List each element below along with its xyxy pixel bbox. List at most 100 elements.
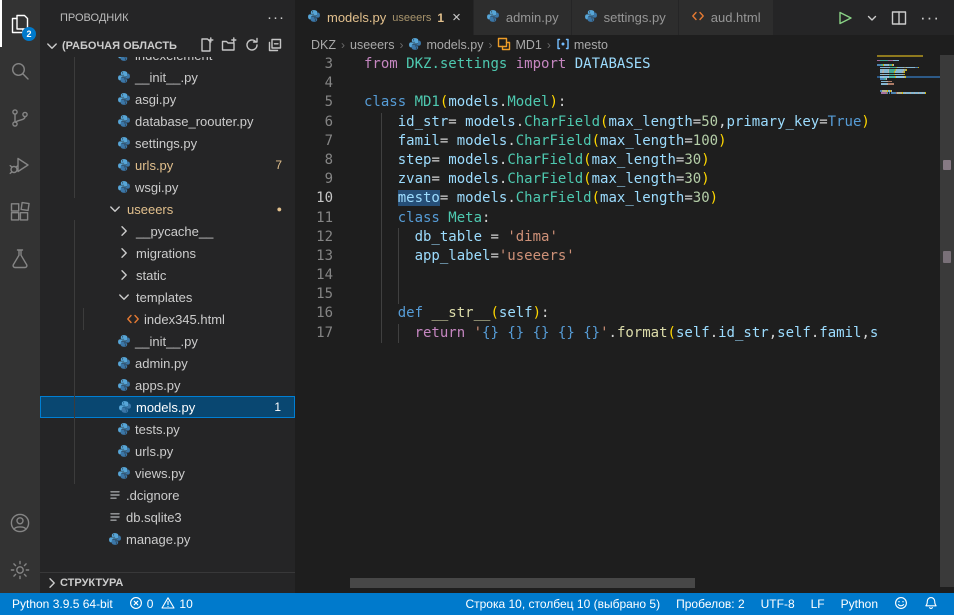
- outline-section-header[interactable]: СТРУКТУРА: [40, 572, 295, 593]
- tree-item-__init__.py[interactable]: __init__.py: [40, 66, 295, 88]
- line-number[interactable]: 12: [295, 228, 353, 247]
- indent-guide: [381, 151, 382, 170]
- activity-item-accounts[interactable]: [0, 499, 40, 546]
- tree-item-badge: 7: [275, 158, 295, 172]
- line-number[interactable]: 15: [295, 285, 353, 304]
- tree-item-.dcignore[interactable]: .dcignore: [40, 484, 295, 506]
- minimap[interactable]: [877, 55, 940, 563]
- tree-item-tests.py[interactable]: tests.py: [40, 418, 295, 440]
- status-language-mode[interactable]: Python: [833, 593, 886, 615]
- more-actions-icon[interactable]: ···: [920, 14, 940, 22]
- tree-item-label: __init__.py: [135, 70, 198, 85]
- py-file-icon: [116, 356, 131, 371]
- tree-item-database_roouter.py[interactable]: database_roouter.py: [40, 110, 295, 132]
- py-file-icon: [307, 9, 321, 26]
- line-number[interactable]: 4: [295, 74, 353, 93]
- line-number[interactable]: 13: [295, 247, 353, 266]
- line-number[interactable]: 16: [295, 304, 353, 323]
- tree-item-urls.py[interactable]: urls.py7: [40, 154, 295, 176]
- split-editor-icon[interactable]: [890, 9, 908, 27]
- activity-item-testing[interactable]: [0, 235, 40, 282]
- activity-item-source-control[interactable]: [0, 94, 40, 141]
- line-number[interactable]: 7: [295, 132, 353, 151]
- line-number[interactable]: 5: [295, 93, 353, 112]
- workspace-label: (РАБОЧАЯ ОБЛАСТЬ) ...: [62, 40, 177, 52]
- new-file-icon[interactable]: [198, 37, 214, 56]
- tab-models.py[interactable]: models.pyuseeers1×: [295, 0, 473, 35]
- tree-item-models.py[interactable]: models.py1: [40, 396, 295, 418]
- breadcrumb-item-models.py[interactable]: models.py: [408, 37, 483, 54]
- tree-item-manage.py[interactable]: manage.py: [40, 528, 295, 550]
- tree-item-__init__.py[interactable]: __init__.py: [40, 330, 295, 352]
- run-dropdown-icon[interactable]: [866, 12, 878, 24]
- status-indentation[interactable]: Пробелов: 2: [668, 593, 753, 615]
- tab-admin.py[interactable]: admin.py: [474, 0, 571, 35]
- sidebar-title: ПРОВОДНИК: [60, 12, 129, 24]
- tree-item-templates[interactable]: templates: [40, 286, 295, 308]
- selected-text: mesto: [398, 190, 440, 206]
- workspace-section-header[interactable]: (РАБОЧАЯ ОБЛАСТЬ) ...: [40, 35, 295, 57]
- line-content: app_label='useeers': [353, 247, 877, 266]
- tree-item-settings.py[interactable]: settings.py: [40, 132, 295, 154]
- tree-item-apps.py[interactable]: apps.py: [40, 374, 295, 396]
- tree-item-index345.html[interactable]: index345.html: [40, 308, 295, 330]
- line-number[interactable]: 17: [295, 324, 353, 343]
- line-number[interactable]: 6: [295, 113, 353, 132]
- tab-aud.html[interactable]: aud.html: [679, 0, 773, 35]
- activity-item-explorer[interactable]: 2: [0, 0, 40, 47]
- tree-item-migrations[interactable]: migrations: [40, 242, 295, 264]
- breadcrumb-label: useeers: [350, 38, 394, 52]
- tree-item-db.sqlite3[interactable]: db.sqlite3: [40, 506, 295, 528]
- code-line-10: 10 mesto= models.CharField(max_length=30…: [295, 189, 877, 208]
- breadcrumb-item-MD1[interactable]: MD1: [497, 37, 541, 54]
- status-encoding[interactable]: UTF-8: [753, 593, 803, 615]
- tree-item-useeers[interactable]: useeers●: [40, 198, 295, 220]
- activity-item-extensions[interactable]: [0, 188, 40, 235]
- status-feedback[interactable]: [886, 593, 916, 615]
- breadcrumb-item-useeers[interactable]: useeers: [350, 38, 394, 52]
- tree-item-urls.py[interactable]: urls.py: [40, 440, 295, 462]
- activity-item-manage[interactable]: [0, 546, 40, 593]
- tab-settings.py[interactable]: settings.py: [572, 0, 678, 35]
- line-number[interactable]: 11: [295, 209, 353, 228]
- run-icon[interactable]: [834, 8, 854, 28]
- tree-item-static[interactable]: static: [40, 264, 295, 286]
- line-number[interactable]: 8: [295, 151, 353, 170]
- tree-item-wsgi.py[interactable]: wsgi.py: [40, 176, 295, 198]
- status-problems[interactable]: 010: [121, 593, 201, 615]
- status-notifications[interactable]: [916, 593, 946, 615]
- tree-item-views.py[interactable]: views.py: [40, 462, 295, 484]
- status-python-interpreter[interactable]: Python 3.9.5 64-bit: [4, 593, 121, 615]
- sidebar-more-actions-icon[interactable]: ···: [267, 13, 285, 23]
- vertical-scrollbar[interactable]: [940, 55, 954, 587]
- tree-item-__pycache__[interactable]: __pycache__: [40, 220, 295, 242]
- status-label: LF: [811, 597, 825, 611]
- activity-item-run-and-debug[interactable]: [0, 141, 40, 188]
- line-number[interactable]: 14: [295, 266, 353, 285]
- line-number[interactable]: 3: [295, 55, 353, 74]
- line-number[interactable]: 9: [295, 170, 353, 189]
- tree-indent-guide: [74, 220, 75, 484]
- code-editor[interactable]: 3from DKZ.settings import DATABASES45cla…: [295, 55, 877, 593]
- tree-item-admin.py[interactable]: admin.py: [40, 352, 295, 374]
- collapse-all-icon[interactable]: [267, 37, 283, 56]
- refresh-icon[interactable]: [244, 37, 260, 56]
- horizontal-scrollbar-thumb[interactable]: [350, 578, 695, 588]
- py-file-icon: [116, 334, 131, 349]
- status-eol[interactable]: LF: [803, 593, 833, 615]
- tab-problems-badge: 1: [437, 11, 444, 25]
- activity-item-search[interactable]: [0, 47, 40, 94]
- status-label: Пробелов: 2: [676, 597, 745, 611]
- breadcrumb-item-mesto[interactable]: mesto: [556, 37, 608, 54]
- breadcrumb-item-DKZ[interactable]: DKZ: [311, 38, 336, 52]
- new-folder-icon[interactable]: [221, 37, 237, 56]
- line-number[interactable]: 10: [295, 189, 353, 208]
- status-cursor-position[interactable]: Строка 10, столбец 10 (выбрано 5): [457, 593, 668, 615]
- tab-close-icon[interactable]: ×: [452, 10, 461, 25]
- source-control-icon: [8, 106, 32, 130]
- indent-guide: [398, 247, 399, 266]
- html-file-icon: [691, 9, 705, 26]
- testing-icon: [8, 247, 32, 271]
- tree-item-asgi.py[interactable]: asgi.py: [40, 88, 295, 110]
- tree-item-label: tests.py: [135, 422, 180, 437]
